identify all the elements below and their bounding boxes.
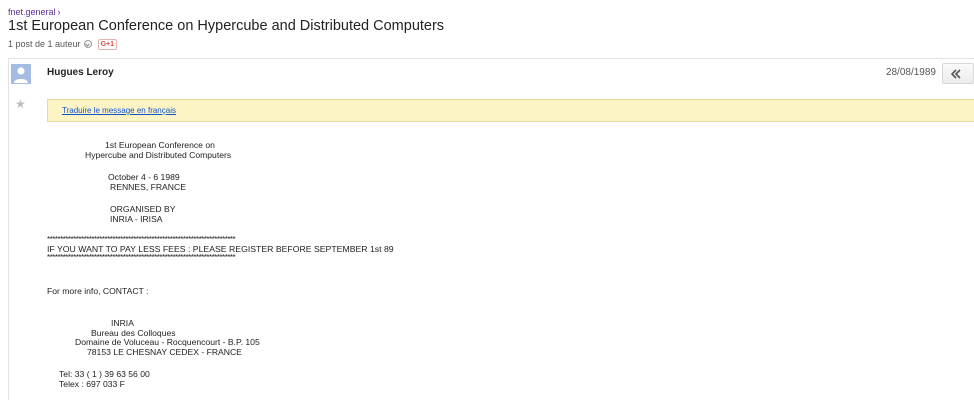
post-card: ★ Hugues Leroy 28/08/1989 Traduire le me… xyxy=(8,58,974,400)
post-count-text: 1 post de 1 auteur xyxy=(8,39,81,49)
reply-icon xyxy=(951,68,961,79)
body-separator: ****************************************… xyxy=(47,253,236,262)
gplus-button[interactable]: G+1 xyxy=(97,38,117,50)
body-line: ORGANISED BY xyxy=(110,204,176,214)
body-line: 1st European Conference on xyxy=(105,140,215,150)
post-date: 28/08/1989 xyxy=(885,67,936,78)
star-icon[interactable]: ★ xyxy=(15,97,26,111)
body-line: Hypercube and Distributed Computers xyxy=(85,149,232,160)
body-line: Tel: 33 ( 1 ) 39 63 56 00 xyxy=(59,369,150,379)
body-line: RENNES, FRANCE xyxy=(110,181,186,192)
chevron-down-icon[interactable] xyxy=(83,40,92,48)
breadcrumb-group-link[interactable]: fnet.general xyxy=(8,7,56,17)
thread-meta: 1 post de 1 auteur G+1 xyxy=(8,38,117,50)
body-line: INRIA xyxy=(111,318,134,328)
body-separator: ****************************************… xyxy=(47,235,236,244)
page: fnet.general › 1st European Conference on… xyxy=(0,0,974,400)
body-line: 78153 LE CHESNAY CEDEX - FRANCE xyxy=(87,346,242,357)
thread-title: 1st European Conference on Hypercube and… xyxy=(8,18,445,34)
translate-banner: Traduire le message en français xyxy=(47,99,974,122)
author-name[interactable]: Hugues Leroy xyxy=(47,67,114,78)
body-line: INRIA - IRISA xyxy=(110,213,163,224)
avatar-icon[interactable] xyxy=(11,64,31,84)
translate-link[interactable]: Traduire le message en français xyxy=(62,106,176,115)
reply-button[interactable] xyxy=(942,63,974,84)
breadcrumb: fnet.general › xyxy=(8,7,61,17)
breadcrumb-separator: › xyxy=(57,7,61,17)
body-line: For more info, CONTACT : xyxy=(47,286,149,296)
body-line: Domaine de Voluceau - Rocquencourt - B.P… xyxy=(75,337,260,347)
body-line: Telex : 697 033 F xyxy=(59,378,125,389)
body-line: October 4 - 6 1989 xyxy=(108,172,180,182)
